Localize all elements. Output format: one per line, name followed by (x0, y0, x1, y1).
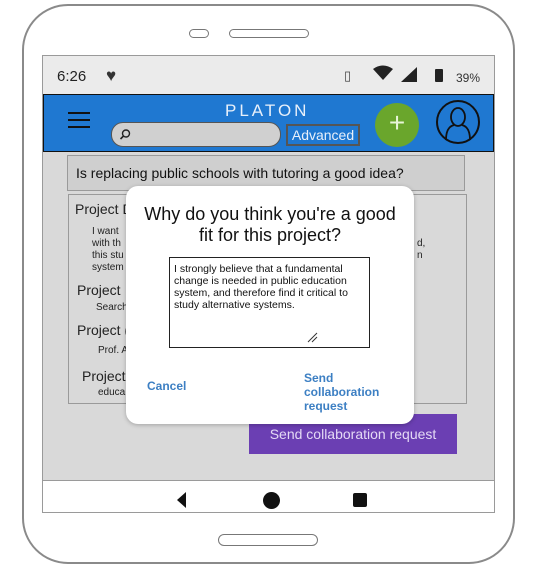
front-camera (189, 29, 209, 38)
section-heading: Project D (75, 201, 133, 217)
battery-percent: 39% (456, 71, 481, 85)
search-icon (120, 129, 131, 140)
battery-icon (435, 69, 443, 82)
section-text: system (92, 262, 124, 273)
send-request-button[interactable]: Send collaboration request (304, 371, 404, 413)
app-header: PLATON Advanced + (43, 94, 494, 152)
heart-icon: ♥ (106, 66, 117, 85)
section-text: educa (98, 387, 126, 398)
status-bar: 6:26 ♥ ▯ 39% (43, 56, 494, 94)
section-text: d, (417, 238, 426, 249)
section-text: n (417, 250, 423, 261)
user-icon (445, 107, 471, 140)
section-heading: Project (77, 282, 121, 298)
back-icon[interactable] (177, 492, 186, 508)
signal-icon (401, 67, 417, 82)
dialog-title: Why do you think you're a good fit for t… (144, 204, 396, 245)
hardware-home-button (218, 534, 318, 546)
section-heading: Project (82, 368, 126, 384)
answer-textarea[interactable]: I strongly believe that a fundamental ch… (169, 257, 370, 348)
cancel-button[interactable]: Cancel (147, 379, 186, 393)
vibrate-icon: ▯ (344, 68, 352, 83)
profile-avatar[interactable] (436, 100, 480, 144)
section-text: Prof. A (98, 345, 129, 356)
menu-icon[interactable] (68, 112, 90, 128)
navigation-bar (43, 480, 494, 512)
home-icon[interactable] (263, 492, 280, 509)
advanced-search-button[interactable]: Advanced (286, 124, 360, 146)
section-text: Search (96, 302, 128, 313)
resize-handle-icon[interactable] (306, 331, 318, 343)
status-time: 6:26 (57, 68, 87, 85)
section-text: with th (92, 238, 121, 249)
earpiece-speaker (229, 29, 309, 38)
recent-apps-icon[interactable] (353, 493, 367, 507)
section-text: this stu (92, 250, 124, 261)
app-logo: PLATON (225, 101, 310, 120)
collaboration-dialog: Why do you think you're a good fit for t… (126, 186, 414, 424)
wifi-icon (373, 65, 393, 80)
search-input[interactable] (111, 122, 281, 147)
add-button[interactable]: + (375, 103, 419, 147)
section-text: I want (92, 226, 119, 237)
section-heading: Project ( (77, 322, 130, 338)
